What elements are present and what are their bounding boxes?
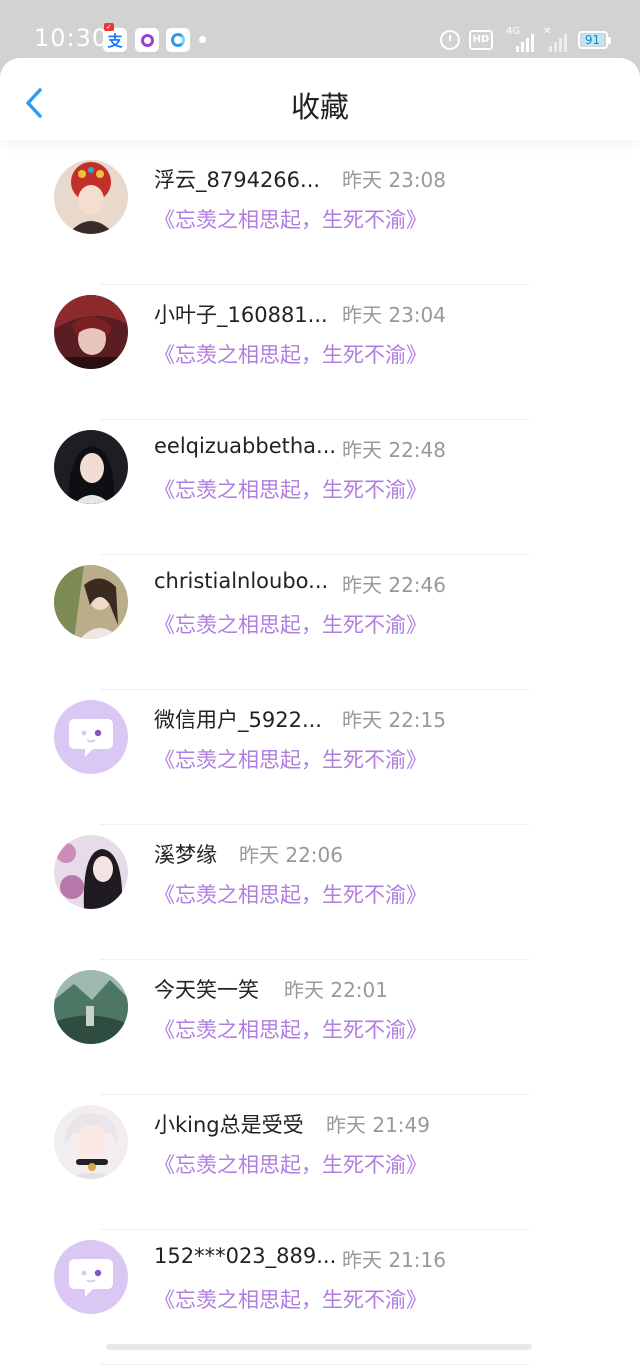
work-title-link[interactable]: 《忘羡之相思起，生死不渝》 xyxy=(154,609,427,639)
signal-icon: 4G xyxy=(506,26,534,52)
timestamp: 昨天 22:48 xyxy=(342,438,446,462)
timestamp: 昨天 22:15 xyxy=(342,708,446,732)
work-title-link[interactable]: 《忘羡之相思起，生死不渝》 xyxy=(154,474,427,504)
favorites-list: 浮云_8794266... 昨天 23:08 《忘羡之相思起，生死不渝》 小叶子… xyxy=(0,150,640,1365)
work-title-link[interactable]: 《忘羡之相思起，生死不渝》 xyxy=(154,339,427,369)
list-item[interactable]: 今天笑一笑 昨天 22:01 《忘羡之相思起，生死不渝》 xyxy=(0,960,640,1095)
timestamp: 昨天 21:16 xyxy=(342,1248,446,1272)
user-name: 溪梦缘 xyxy=(154,843,217,867)
timestamp: 昨天 22:46 xyxy=(342,573,446,597)
list-item[interactable]: 小king总是受受 昨天 21:49 《忘羡之相思起，生死不渝》 xyxy=(0,1095,640,1230)
avatar[interactable] xyxy=(54,160,128,234)
user-name: christialnloubo... xyxy=(154,569,329,593)
browser-icon xyxy=(166,28,190,52)
battery-icon: 91 xyxy=(578,31,611,49)
timestamp: 昨天 23:08 xyxy=(342,168,446,192)
hd-icon: HD xyxy=(469,30,493,50)
avatar[interactable] xyxy=(54,700,128,774)
header: 收藏 xyxy=(0,58,640,140)
avatar[interactable] xyxy=(54,295,128,369)
status-time: 10:30 xyxy=(34,24,109,52)
list-item[interactable]: 溪梦缘 昨天 22:06 《忘羡之相思起，生死不渝》 xyxy=(0,825,640,960)
timestamp: 昨天 22:06 xyxy=(239,843,343,867)
user-name: 小king总是受受 xyxy=(154,1113,304,1137)
user-name: 微信用户_5922... xyxy=(154,708,322,732)
work-title-link[interactable]: 《忘羡之相思起，生死不渝》 xyxy=(154,1014,427,1044)
timestamp: 昨天 23:04 xyxy=(342,303,446,327)
list-item[interactable]: christialnloubo... 昨天 22:46 《忘羡之相思起，生死不渝… xyxy=(0,555,640,690)
user-name: 小叶子_160881... xyxy=(154,303,328,327)
avatar[interactable] xyxy=(54,835,128,909)
work-title-link[interactable]: 《忘羡之相思起，生死不渝》 xyxy=(154,744,427,774)
avatar[interactable] xyxy=(54,970,128,1044)
work-title-link[interactable]: 《忘羡之相思起，生死不渝》 xyxy=(154,204,427,234)
user-name: eelqizuabbetha... xyxy=(154,434,337,458)
avatar[interactable] xyxy=(54,1240,128,1314)
alarm-icon xyxy=(440,30,460,50)
app-icon xyxy=(135,28,159,52)
list-item[interactable]: 小叶子_160881... 昨天 23:04 《忘羡之相思起，生死不渝》 xyxy=(0,285,640,420)
user-name: 152***023_889... xyxy=(154,1244,337,1268)
user-name: 今天笑一笑 xyxy=(154,978,259,1002)
timestamp: 昨天 21:49 xyxy=(326,1113,430,1137)
signal-icon-secondary: ✕ xyxy=(543,26,567,52)
chat-bubble-icon xyxy=(69,1259,113,1297)
battery-level: 91 xyxy=(581,34,604,47)
timestamp: 昨天 22:01 xyxy=(284,978,388,1002)
avatar[interactable] xyxy=(54,430,128,504)
work-title-link[interactable]: 《忘羡之相思起，生死不渝》 xyxy=(154,1284,427,1314)
list-item[interactable]: 微信用户_5922... 昨天 22:15 《忘羡之相思起，生死不渝》 xyxy=(0,690,640,825)
scroll-edge xyxy=(106,1344,532,1350)
chat-bubble-icon xyxy=(69,719,113,757)
list-item[interactable]: 浮云_8794266... 昨天 23:08 《忘羡之相思起，生死不渝》 xyxy=(0,150,640,285)
avatar[interactable] xyxy=(54,565,128,639)
alipay-icon: ✓ 支 xyxy=(103,23,127,52)
page-title: 收藏 xyxy=(290,90,349,124)
notification-dot xyxy=(199,36,206,43)
work-title-link[interactable]: 《忘羡之相思起，生死不渝》 xyxy=(154,879,427,909)
work-title-link[interactable]: 《忘羡之相思起，生死不渝》 xyxy=(154,1149,427,1179)
user-name: 浮云_8794266... xyxy=(154,168,321,192)
avatar[interactable] xyxy=(54,1105,128,1179)
list-item[interactable]: eelqizuabbetha... 昨天 22:48 《忘羡之相思起，生死不渝》 xyxy=(0,420,640,555)
